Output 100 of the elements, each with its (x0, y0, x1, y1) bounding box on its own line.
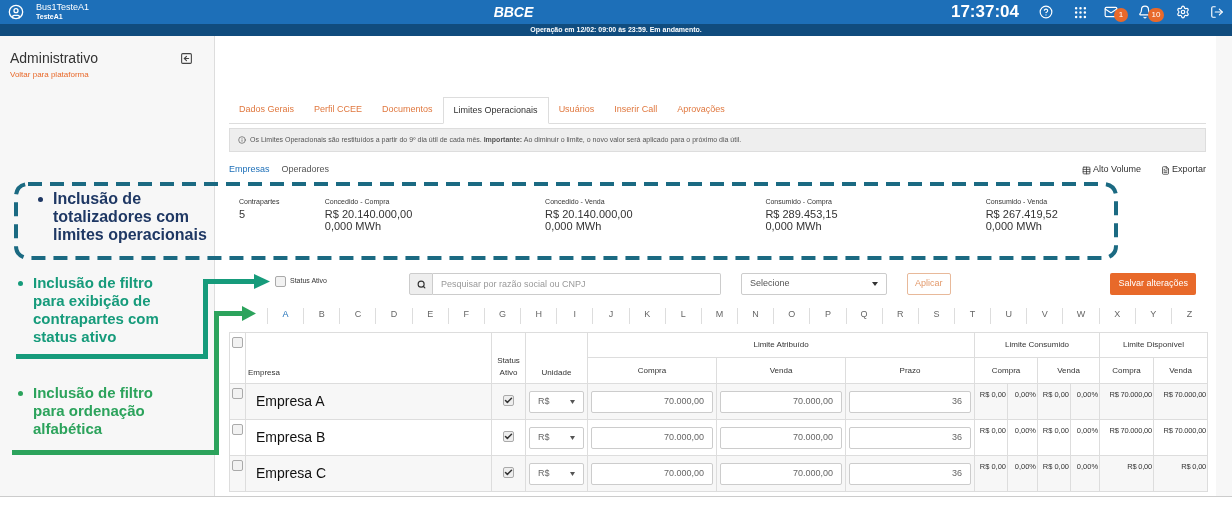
unit-select[interactable]: R$ (529, 390, 584, 413)
letter-filter[interactable]: H (520, 308, 557, 324)
column-header: Status Ativo (497, 356, 520, 377)
letter-filter[interactable]: R (881, 308, 918, 324)
letter-filter[interactable]: O (773, 308, 810, 324)
tab[interactable]: Inserir Call (604, 97, 668, 123)
collapse-icon[interactable] (180, 52, 193, 65)
row-checkbox[interactable] (232, 460, 243, 471)
letter-filter[interactable]: N (737, 308, 774, 324)
limit-input[interactable]: 36 (849, 462, 972, 485)
table-icon (1081, 165, 1091, 175)
tab[interactable]: Limites Operacionais (442, 97, 549, 124)
high-volume-link[interactable]: Alto Volume (1092, 163, 1141, 177)
total-value: 5 (239, 207, 247, 220)
settings-icon[interactable] (1176, 5, 1190, 19)
limit-input[interactable]: 36 (849, 390, 972, 413)
export-icon (1161, 165, 1170, 175)
search-field[interactable]: Pesquisar por razão social ou CNPJ (433, 273, 721, 295)
letter-filter[interactable]: K (628, 308, 665, 324)
column-group-header: Limite Consumido (1005, 340, 1070, 349)
letter-filter[interactable]: Y (1134, 308, 1171, 324)
letter-filter[interactable]: E (411, 308, 448, 324)
letter-filter[interactable]: F (447, 308, 484, 324)
search-icon (416, 279, 426, 289)
letter-filter[interactable]: S (917, 308, 954, 324)
letter-filter[interactable]: V (1026, 308, 1063, 324)
letter-filter[interactable]: I (556, 308, 593, 324)
row-checkbox[interactable] (232, 388, 243, 399)
caret-icon (872, 282, 878, 286)
column-header: Compra (637, 365, 667, 375)
subtab[interactable]: Empresas (229, 163, 270, 177)
total-value: R$ 289.453,15 (765, 207, 839, 220)
column-header: Venda (1057, 365, 1080, 375)
column-header: Compra (991, 365, 1021, 375)
save-button[interactable]: Salvar alterações (1110, 273, 1196, 295)
limit-input[interactable]: 36 (849, 426, 972, 449)
search-addon[interactable] (409, 273, 433, 295)
active-checkbox[interactable] (503, 394, 514, 406)
letter-filter[interactable]: U (990, 308, 1027, 324)
total-mwh: 0,000 MWh (545, 219, 602, 232)
letter-filter[interactable]: X (1098, 308, 1135, 324)
annotation-text: Inclusão de filtro para exibição de contrapartes com status ativo (33, 274, 160, 346)
select-all-checkbox[interactable] (232, 337, 243, 348)
column-header: Empresa (248, 368, 280, 377)
mail-icon[interactable] (1104, 5, 1118, 19)
company-name: Empresa C (256, 465, 327, 481)
tab[interactable]: Documentos (372, 97, 443, 123)
limit-input[interactable]: 70.000,00 (591, 426, 713, 449)
sidebar-title: Administrativo (10, 49, 98, 68)
letter-filter[interactable]: P (809, 308, 846, 324)
letter-filter[interactable]: J (592, 308, 629, 324)
export-link[interactable]: Exportar (1172, 163, 1206, 177)
total-mwh: 0,000 MWh (985, 219, 1042, 232)
active-checkbox[interactable] (503, 430, 514, 442)
limit-input[interactable]: 70.000,00 (591, 390, 713, 413)
help-icon[interactable] (1039, 5, 1053, 19)
letter-filter[interactable]: D (375, 308, 412, 324)
bell-icon[interactable] (1138, 5, 1152, 19)
logout-icon[interactable] (1210, 5, 1224, 19)
total-mwh: 0,000 MWh (765, 219, 822, 232)
logo: BBCE (493, 2, 534, 22)
total-value: R$ 267.419,52 (985, 207, 1059, 220)
letter-filter[interactable]: B (303, 308, 340, 324)
column-header: Venda (769, 365, 793, 375)
letter-filter[interactable]: Z (1170, 308, 1208, 324)
letter-filter[interactable]: L (664, 308, 701, 324)
bullet-icon (18, 391, 23, 396)
annotation-text: Inclusão de filtro para ordenação alfabética (33, 384, 154, 438)
letter-filter[interactable]: W (1062, 308, 1099, 324)
caret-icon (570, 471, 575, 476)
company-name: Empresa B (256, 429, 326, 445)
caret-icon (570, 399, 575, 404)
limit-input[interactable]: 70.000,00 (720, 462, 842, 485)
letter-filter[interactable]: M (700, 308, 738, 324)
letter-filter[interactable]: A (267, 308, 304, 324)
unit-select[interactable]: R$ (529, 462, 584, 485)
user-icon[interactable] (8, 4, 24, 20)
letter-filter[interactable]: T (953, 308, 991, 324)
row-checkbox[interactable] (232, 424, 243, 435)
limit-input[interactable]: 70.000,00 (720, 426, 842, 449)
limit-input[interactable]: 70.000,00 (720, 390, 842, 413)
bullet-icon (38, 197, 43, 202)
column-group-header: Limite Atribuído (753, 340, 809, 349)
letter-filter[interactable]: C (339, 308, 376, 324)
column-header: Compra (1112, 365, 1141, 375)
apps-grid-icon[interactable] (1073, 4, 1088, 20)
company-name: Empresa A (256, 393, 325, 409)
column-header: Venda (1169, 365, 1192, 375)
column-group-header: Limite Disponível (1123, 340, 1185, 349)
letter-filter[interactable]: Q (845, 308, 882, 324)
total-value: R$ 20.140.000,00 (545, 207, 634, 220)
limit-input[interactable]: 70.000,00 (591, 462, 713, 485)
tab[interactable]: Perfil CCEE (304, 97, 373, 123)
select-dropdown[interactable]: Selecione (741, 273, 887, 295)
status-checkbox[interactable] (275, 275, 286, 287)
letter-filter[interactable]: G (483, 308, 521, 324)
annotation-text: Inclusão de totalizadores com limites operacionais (53, 190, 208, 244)
active-checkbox[interactable] (503, 466, 514, 478)
subtab[interactable]: Operadores (281, 163, 330, 177)
unit-select[interactable]: R$ (529, 426, 584, 449)
